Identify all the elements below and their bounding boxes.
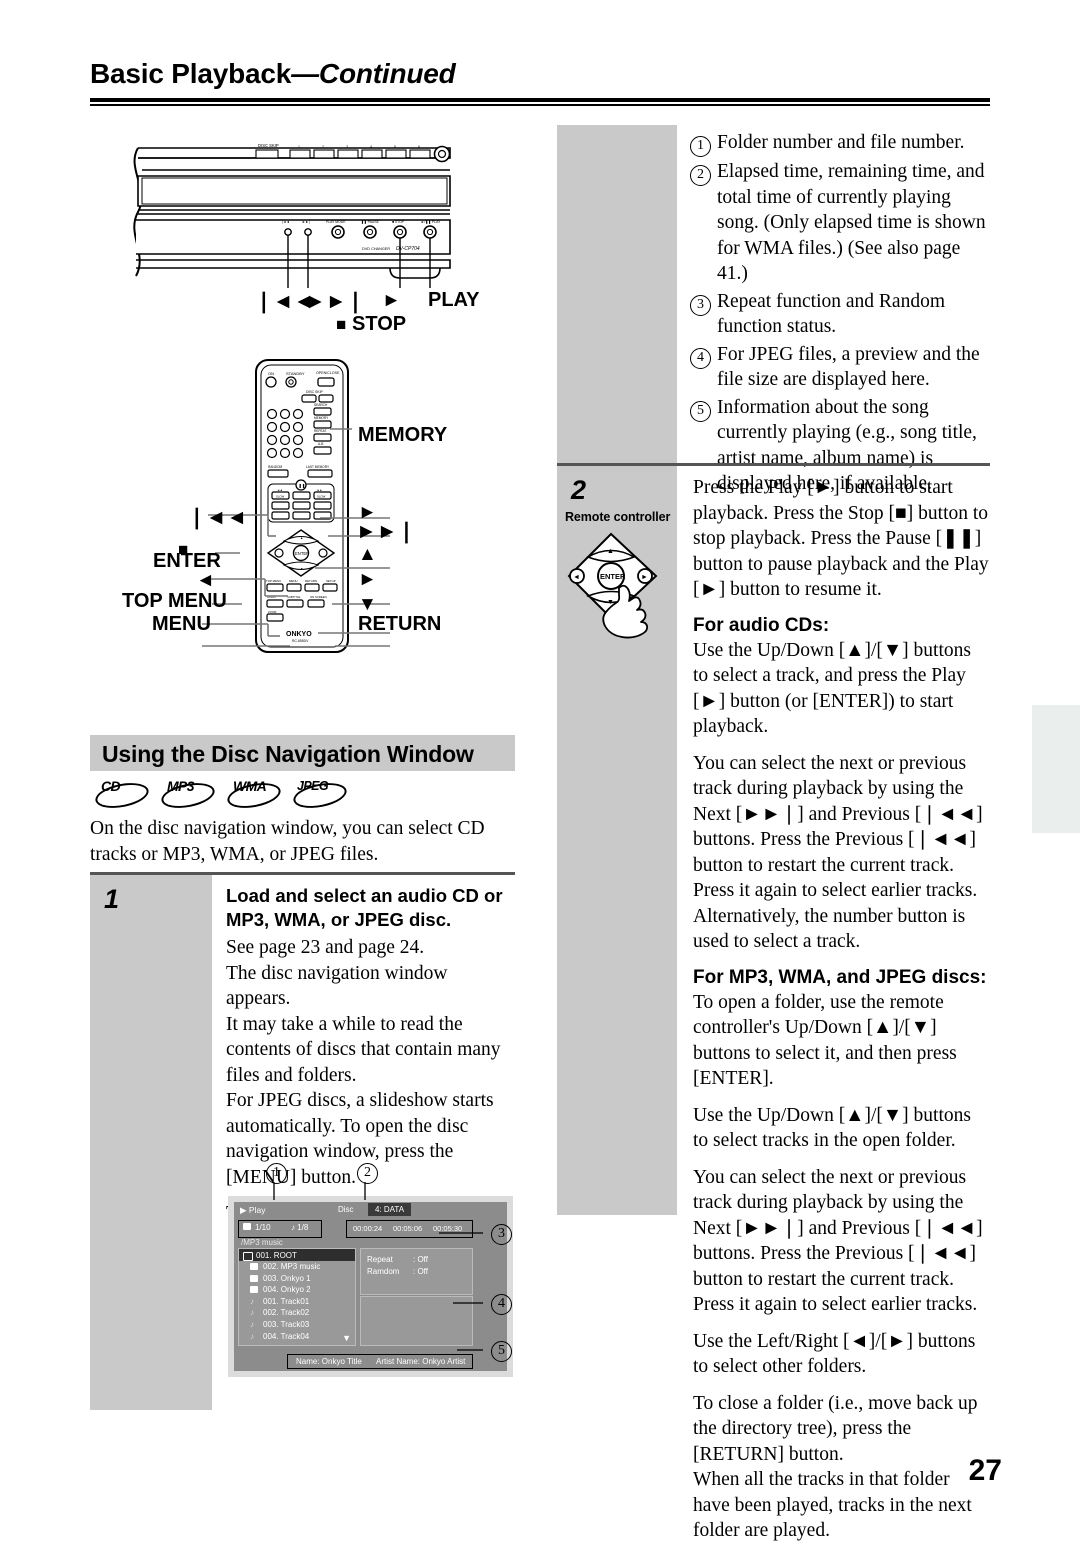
callout-next-icon: ►►❘: [305, 290, 365, 313]
page-title: Basic Playback—Continued: [90, 58, 456, 90]
callout-number: 1: [690, 136, 711, 157]
header-rule-thin: [90, 104, 990, 106]
section-intro: On the disc navigation window, you can s…: [90, 818, 485, 865]
callout-number: 5: [690, 400, 711, 422]
callout-up-icon: ▲: [358, 544, 377, 565]
svg-text:DISC SKIP: DISC SKIP: [258, 143, 279, 148]
osd-callout-list: 1 Folder number and file number. 2 Elaps…: [690, 130, 990, 499]
jpeg-badge-icon: JPEG: [291, 778, 349, 812]
cd-badge-icon: CD: [93, 778, 151, 812]
svg-text:|◄◄: |◄◄: [282, 220, 290, 224]
callout-left-icon: ◄: [196, 570, 215, 591]
svg-text:■ STOP: ■ STOP: [392, 220, 405, 224]
step-1-para-2: The disc navigation window appears.: [226, 962, 448, 1010]
svg-text:ENTER: ENTER: [600, 572, 626, 581]
step-2-mp3-para-6: When all the tracks in that folder have …: [693, 1469, 972, 1541]
disc-format-badges: CD MP3 WMA JPEG: [93, 778, 349, 812]
callout-prev2-icon: ❘◄◄: [188, 506, 248, 529]
step-2-audio-para-3: Alternatively, the number button is used…: [693, 905, 966, 953]
step-2-audio-para-1: Use the Up/Down [▲]/[▼] buttons to selec…: [693, 639, 971, 738]
callout-text: Folder number and file number.: [717, 132, 965, 153]
callout-item: 3 Repeat function and Random function st…: [690, 289, 990, 340]
step-2-sidebar: 2 Remote controller ENTER ◄ ► ▲ ▼: [557, 466, 677, 1215]
svg-text:◄: ◄: [573, 573, 580, 581]
wma-badge-icon: WMA: [225, 778, 283, 812]
callout-item: 2 Elapsed time, remaining time, and tota…: [690, 159, 990, 287]
right-column-grey-band: [557, 125, 677, 463]
svg-text:5: 5: [394, 145, 396, 149]
step-2-mp3-para-5: To close a folder (i.e., move back up th…: [693, 1392, 978, 1465]
callout-return-label: RETURN: [358, 613, 442, 635]
callout-number: 4: [690, 347, 711, 369]
header-rule-thick: [90, 98, 990, 102]
callout-topmenu-label: TOP MENU: [122, 590, 227, 612]
step-2-para-1: Press the Play [►] button to start playb…: [693, 477, 989, 600]
step-2-audio-cd-heading: For audio CDs:: [693, 614, 830, 636]
svg-text:4: 4: [370, 145, 372, 149]
svg-text:►/❚❚ PLAY: ►/❚❚ PLAY: [421, 220, 441, 224]
callout-stop-label: STOP: [352, 313, 407, 335]
callout-stop-icon: ■: [336, 315, 347, 334]
callout-item: 1 Folder number and file number.: [690, 130, 990, 157]
callout-item: 4 For JPEG files, a preview and the file…: [690, 342, 990, 393]
svg-text:3: 3: [346, 145, 348, 149]
osd-marker-3: 3: [491, 1224, 512, 1245]
callout-number: 2: [690, 165, 711, 186]
step-2-audio-para-2: You can select the next or previous trac…: [693, 752, 983, 902]
page-edge-tab: [1032, 705, 1080, 833]
step-1-number: 1: [104, 884, 120, 914]
callout-play-label: PLAY: [428, 289, 480, 311]
svg-text:❚❚ PAUSE: ❚❚ PAUSE: [361, 220, 380, 224]
callout-text: For JPEG files, a preview and the file s…: [717, 343, 980, 391]
step-2: 2 Remote controller ENTER ◄ ► ▲ ▼ Press …: [557, 463, 990, 1554]
step-2-mp3-para-2: Use the Up/Down [▲]/[▼] buttons to selec…: [693, 1104, 971, 1152]
step-1-heading-line2: MP3, WMA, or JPEG disc.: [226, 909, 452, 930]
step-2-mp3-para-3: You can select the next or previous trac…: [693, 1166, 983, 1316]
svg-text:1: 1: [298, 145, 300, 149]
step-2-sublabel: Remote controller: [565, 510, 671, 524]
svg-text:▲: ▲: [607, 547, 614, 555]
step-2-body: Press the Play [►] button to start playb…: [677, 466, 990, 1554]
dpad-hand-illustration: ENTER ◄ ► ▲ ▼: [567, 532, 658, 639]
mp3-badge-icon: MP3: [159, 778, 217, 812]
step-1-sidebar-extension: [90, 1145, 212, 1410]
callout-menu-label: MENU: [152, 613, 211, 635]
step-2-mp3-heading: For MP3, WMA, and JPEG discs:: [693, 966, 987, 988]
osd-marker-leaders: [273, 1182, 483, 1351]
osd-marker-1: 1: [266, 1163, 287, 1184]
step-1-heading-line1: Load and select an audio CD or: [226, 885, 503, 906]
callout-right-icon: ►: [358, 569, 377, 590]
callout-text: Elapsed time, remaining time, and total …: [717, 161, 986, 284]
front-panel-illustration: DISC SKIP 123 456 |◄◄ ►►| PLAY MODE ❚❚ P…: [133, 143, 451, 288]
osd-marker-4: 4: [491, 1294, 512, 1315]
page-title-main: Basic Playback: [90, 58, 292, 89]
step-2-mp3-para-4: Use the Left/Right [◄]/[►] buttons to se…: [693, 1330, 976, 1378]
callout-next2-icon: ►►❘: [356, 520, 416, 543]
callout-memory-label: MEMORY: [358, 424, 448, 446]
callout-number: 3: [690, 294, 711, 316]
svg-text:►: ►: [641, 573, 648, 581]
step-2-mp3-para-1: To open a folder, use the remote control…: [693, 991, 957, 1090]
callout-text: Repeat function and Random function stat…: [717, 290, 945, 338]
svg-text:►►|: ►►|: [302, 220, 310, 224]
svg-text:PLAY MODE: PLAY MODE: [326, 220, 346, 224]
svg-text:DVD CHANGER: DVD CHANGER: [362, 247, 390, 251]
callout-play-icon: ►: [382, 290, 401, 311]
svg-text:2: 2: [322, 145, 324, 149]
section-heading-text: Using the Disc Navigation Window: [102, 741, 474, 767]
osd-marker-2: 2: [357, 1163, 378, 1184]
section-heading-bar: Using the Disc Navigation Window: [90, 735, 515, 771]
step-1-para-3: It may take a while to read the contents…: [226, 1013, 501, 1086]
manual-page: Basic Playback—Continued DISC SKIP 1 2 3…: [0, 0, 1080, 1541]
osd-marker-5: 5: [491, 1341, 512, 1362]
step-2-number: 2: [571, 475, 587, 505]
step-1-para-1: See page 23 and page 24.: [226, 937, 425, 958]
page-title-continued: —Continued: [291, 58, 456, 89]
svg-text:6: 6: [418, 145, 420, 149]
page-number: 27: [968, 1454, 1002, 1487]
